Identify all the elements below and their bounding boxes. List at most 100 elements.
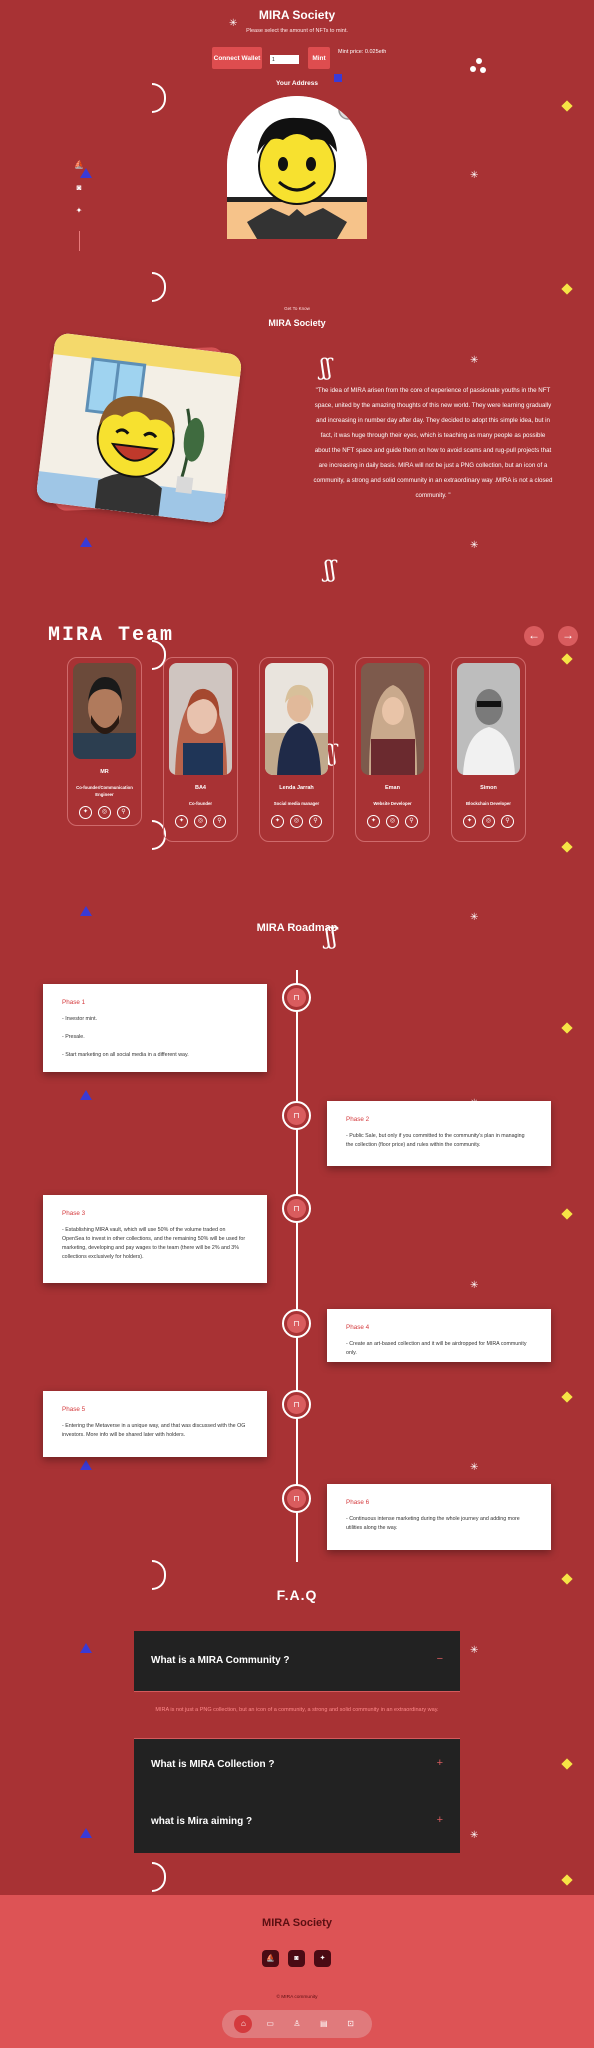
phase-title: Phase 1 — [62, 999, 86, 1006]
sparkle-decoration: ✳ — [470, 1280, 479, 1291]
twitter-icon[interactable]: ✦ — [367, 815, 380, 828]
opensea-icon[interactable]: ⛵ — [73, 159, 85, 171]
hero-nft-image — [227, 96, 367, 239]
roadmap-phase-card: Phase 4 - Create an art-based collection… — [327, 1309, 551, 1362]
team-next-button[interactable]: → — [558, 626, 578, 646]
twitter-icon[interactable]: ✦ — [175, 815, 188, 828]
bottom-nav: ⌂ ▭ ♙ ▤ ⊡ — [222, 2010, 372, 2038]
opensea-icon[interactable]: ⛵ — [262, 1950, 279, 1967]
instagram-icon[interactable]: ◎ — [482, 815, 495, 828]
mint-amount-input[interactable] — [270, 55, 299, 64]
member-name: BA4 — [194, 785, 206, 791]
team-member-card: Lenda Jarrah Social media manager ✦ ◎ ⚲ — [259, 657, 334, 842]
triangle-decoration — [80, 1643, 92, 1653]
link-icon[interactable]: ⚲ — [117, 806, 130, 819]
sparkle-decoration: ✳ — [470, 170, 479, 181]
about-icon[interactable]: ▭ — [261, 2015, 279, 2033]
home-icon[interactable]: ⌂ — [234, 2015, 253, 2033]
mint-price: Mint price: 0.025eth — [338, 49, 387, 55]
site-title: MIRA Society — [258, 8, 336, 22]
member-name: Simon — [480, 785, 497, 791]
discord-icon[interactable]: ◙ — [288, 1950, 305, 1967]
link-icon[interactable]: ⚲ — [213, 815, 226, 828]
diamond-decoration — [561, 1573, 573, 1585]
diamond-decoration — [561, 653, 573, 665]
faq-expand-icon[interactable]: + — [437, 1757, 443, 1769]
about-kicker: Get To Know — [284, 306, 310, 311]
social-divider — [79, 231, 80, 251]
squiggle-decoration: ʃʃ — [320, 356, 332, 381]
diamond-decoration — [561, 1391, 573, 1403]
diamond-decoration — [561, 100, 573, 112]
team-icon[interactable]: ♙ — [288, 2015, 306, 2033]
diamond-decoration — [561, 1874, 573, 1886]
team-member-card: Simon Blockchain Developer ✦ ◎ ⚲ — [451, 657, 526, 842]
triangle-decoration — [80, 1460, 92, 1470]
roadmap-node: ⊓ — [282, 1101, 311, 1130]
about-text: "The idea of MIRA arisen from the core o… — [313, 387, 553, 499]
member-role: Website Developer — [373, 801, 412, 806]
twitter-icon[interactable]: ✦ — [463, 815, 476, 828]
link-icon[interactable]: ⚲ — [309, 815, 322, 828]
footer-title: MIRA Society — [262, 1917, 332, 1929]
sparkle-decoration: ✳ — [470, 1462, 479, 1473]
faq-collapse-icon[interactable]: − — [437, 1653, 443, 1665]
faq-question[interactable]: what is Mira aiming ? — [151, 1816, 252, 1827]
moon-decoration — [152, 83, 166, 113]
roadmap-node: ⊓ — [282, 983, 311, 1012]
twitter-icon[interactable]: ✦ — [79, 806, 92, 819]
sparkle-decoration: ✳ — [470, 355, 479, 366]
faq-expand-icon[interactable]: + — [437, 1814, 443, 1826]
member-photo — [169, 663, 232, 775]
member-role: Co-founder/Communication Engineer — [76, 785, 133, 797]
team-title: MIRA Team — [48, 624, 175, 647]
discord-icon[interactable]: ◙ — [73, 182, 85, 194]
phase-item: - Create an art-based collection and it … — [346, 1341, 527, 1356]
copyright: © MIRA community — [276, 1995, 318, 2000]
link-icon[interactable]: ⚲ — [501, 815, 514, 828]
twitter-icon[interactable]: ✦ — [73, 205, 85, 217]
roadmap-phase-card: Phase 1 - Investor mint. - Presale. - St… — [43, 984, 267, 1072]
phase-item: - Start marketing on all social media in… — [62, 1052, 189, 1058]
roadmap-title: MIRA Roadmap — [256, 922, 338, 934]
roadmap-node: ⊓ — [282, 1309, 311, 1338]
member-role: Blockchain Developer — [466, 801, 511, 806]
phase-item: - Continuous intense marketing during th… — [346, 1516, 520, 1531]
mint-button[interactable]: Mint — [308, 47, 330, 69]
faq-question[interactable]: What is MIRA Collection ? — [151, 1759, 275, 1770]
phase-item: - Entering the Metaverse in a unique way… — [62, 1423, 246, 1438]
phase-title: Phase 6 — [346, 1499, 370, 1506]
team-prev-button[interactable]: ← — [524, 626, 544, 646]
bookmark-icon: ⊓ — [287, 1106, 306, 1125]
instagram-icon[interactable]: ◎ — [386, 815, 399, 828]
instagram-icon[interactable]: ◎ — [290, 815, 303, 828]
roadmap-icon[interactable]: ▤ — [315, 2015, 333, 2033]
connect-wallet-button[interactable]: Connect Wallet — [212, 47, 262, 69]
mint-instructions: Please select the amount of NFTs to mint… — [246, 28, 348, 34]
phase-item: - Presale. — [62, 1034, 85, 1040]
faq-icon[interactable]: ⊡ — [342, 2015, 360, 2033]
twitter-icon[interactable]: ✦ — [314, 1950, 331, 1967]
squiggle-decoration: ʃʃ — [324, 558, 336, 583]
member-photo — [361, 663, 424, 775]
instagram-icon[interactable]: ◎ — [194, 815, 207, 828]
diamond-decoration — [561, 283, 573, 295]
moon-decoration — [152, 1560, 166, 1590]
roadmap-timeline — [296, 970, 298, 1562]
instagram-icon[interactable]: ◎ — [98, 806, 111, 819]
roadmap-phase-card: Phase 6 - Continuous intense marketing d… — [327, 1484, 551, 1550]
diamond-decoration — [561, 841, 573, 853]
link-icon[interactable]: ⚲ — [405, 815, 418, 828]
member-name: Lenda Jarrah — [279, 785, 314, 791]
bookmark-icon: ⊓ — [287, 988, 306, 1007]
triangle-decoration — [80, 537, 92, 547]
sparkle-decoration: ✳ — [470, 1830, 479, 1841]
roadmap-phase-card: Phase 2 - Public Sale, but only if you c… — [327, 1101, 551, 1166]
phase-title: Phase 4 — [346, 1324, 370, 1331]
diamond-decoration — [561, 1758, 573, 1770]
bookmark-icon: ⊓ — [287, 1395, 306, 1414]
moon-decoration — [152, 272, 166, 302]
triangle-decoration — [80, 906, 92, 916]
faq-question[interactable]: What is a MIRA Community ? — [151, 1655, 290, 1666]
twitter-icon[interactable]: ✦ — [271, 815, 284, 828]
